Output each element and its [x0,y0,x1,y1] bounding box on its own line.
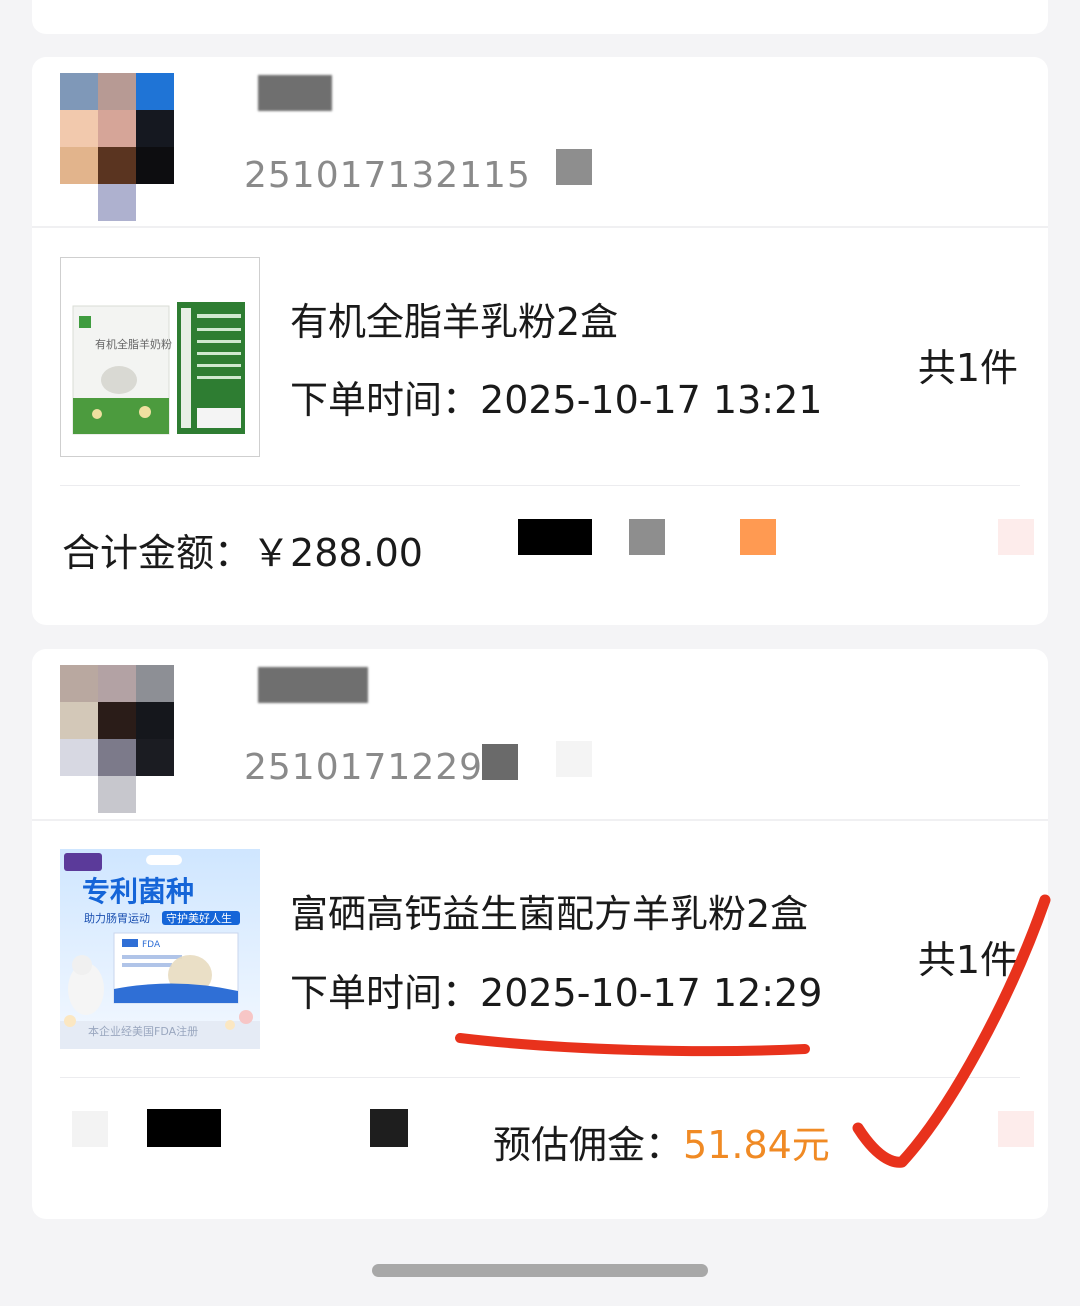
svg-text:有机全脂羊奶粉: 有机全脂羊奶粉 [95,337,172,351]
header-divider [32,819,1048,821]
product-image-footnote: 本企业经美国FDA注册 [88,1024,198,1038]
avatar [60,665,184,813]
avatar [60,73,184,221]
order-total: 合计金额：￥288.00 [62,522,423,577]
previous-order-card [32,0,1048,34]
redacted-block [740,519,776,555]
order-card[interactable]: 251017132115 有机全脂羊奶粉 有机全脂羊乳粉2盒 下单时间：2025… [32,57,1048,625]
product-thumbnail[interactable]: 专利菌种 助力肠胃运动 守护美好人生 FDA 本企业经美国FDA注册 [60,849,260,1049]
order-time-label: 下单时间： [290,378,481,422]
order-time-value: 2025-10-17 12:29 [480,971,823,1015]
order-number: 251017132115 [244,155,531,196]
goat-milk-powder-product-image: 有机全脂羊奶粉 [72,302,245,435]
customer-name-redacted [258,667,368,703]
redacted-block [556,149,592,185]
redacted-block [998,519,1034,555]
commission-amount: 51.84元 [683,1123,830,1167]
product-name[interactable]: 有机全脂羊乳粉2盒 [290,291,618,346]
estimated-commission: 预估佣金：51.84元 [493,1114,830,1169]
redacted-block [556,741,592,777]
order-card[interactable]: 2510171229 专利菌种 助力肠胃运动 守护美好人生 FDA 本企业经美国… [32,649,1048,1219]
product-image-tagline: 助力肠胃运动 [84,911,150,925]
order-time-label: 下单时间： [290,971,481,1015]
order-time: 下单时间：2025-10-17 13:21 [290,369,822,424]
probiotic-goat-milk-powder-product-image: 专利菌种 助力肠胃运动 守护美好人生 FDA 本企业经美国FDA注册 [60,849,260,1049]
header-divider [32,226,1048,228]
footer-divider [60,1077,1020,1078]
product-thumbnail[interactable]: 有机全脂羊奶粉 [60,257,260,457]
order-total-label: 合计金额： [62,531,253,575]
order-number: 2510171229 [244,747,484,788]
footer-divider [60,485,1020,486]
product-name[interactable]: 富硒高钙益生菌配方羊乳粉2盒 [290,883,808,938]
product-image-headline: 专利菌种 [82,875,194,908]
redacted-block [147,1109,221,1147]
order-total-value: ￥288.00 [252,531,423,575]
order-time-value: 2025-10-17 13:21 [480,378,823,422]
redacted-block [72,1111,108,1147]
item-quantity: 共1件 [917,938,1018,982]
product-image-fda-mark: FDA [142,940,161,950]
customer-name-redacted [258,75,332,111]
item-quantity: 共1件 [917,346,1018,390]
commission-label: 预估佣金： [493,1123,684,1167]
redacted-block [518,519,592,555]
redacted-block [629,519,665,555]
redacted-block [998,1111,1034,1147]
redacted-block [482,744,518,780]
order-time: 下单时间：2025-10-17 12:29 [290,962,822,1017]
product-image-slogan: 守护美好人生 [166,911,232,925]
home-indicator[interactable] [372,1264,708,1277]
redacted-block [370,1109,408,1147]
